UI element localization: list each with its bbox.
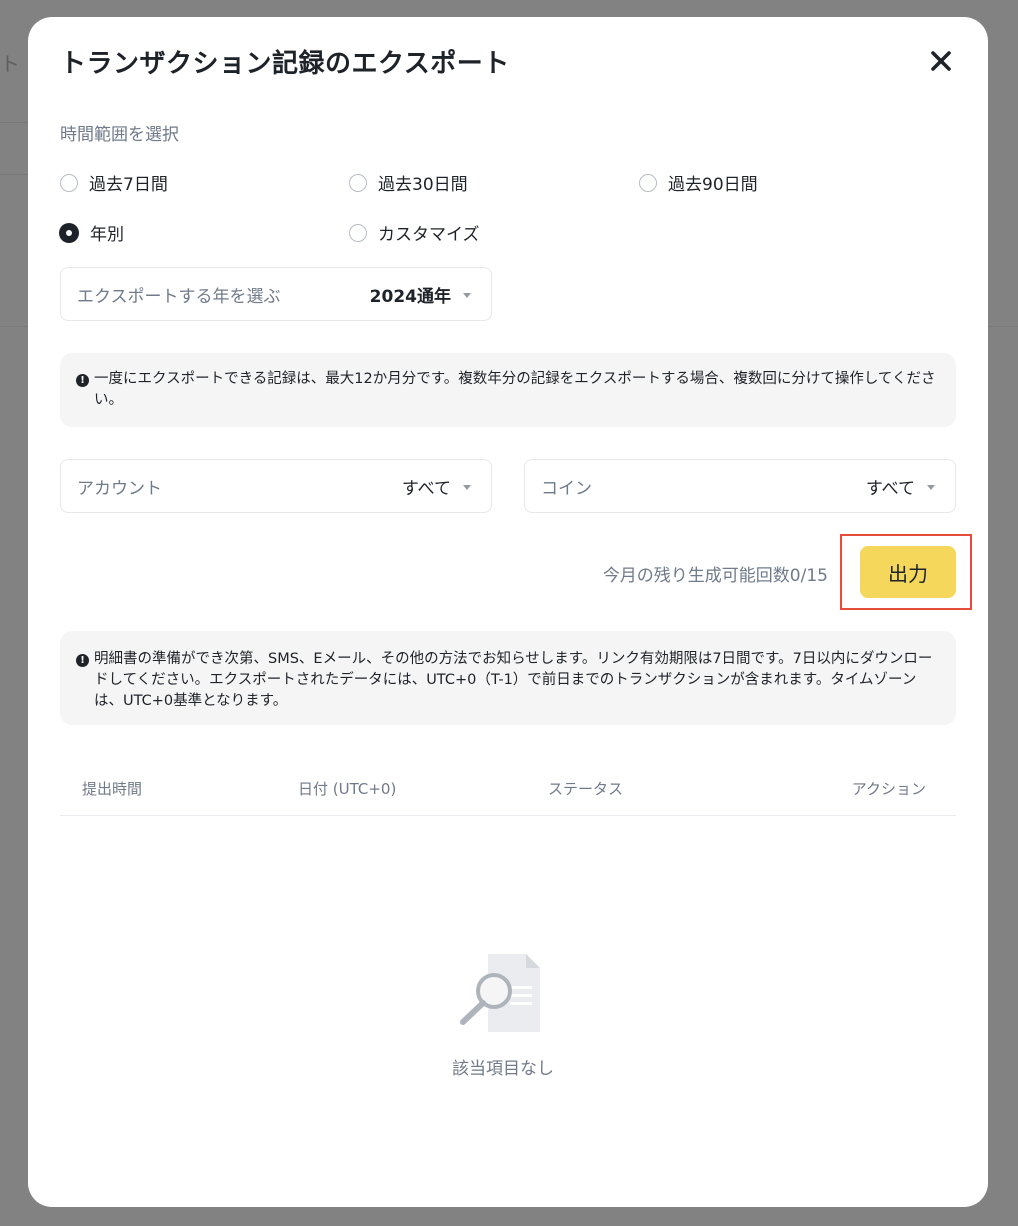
radio-unchecked-icon <box>60 173 78 192</box>
radio-label: カスタマイズ <box>378 225 480 245</box>
empty-search-document-icon <box>458 952 544 1034</box>
radio-label: 過去7日間 <box>89 175 168 195</box>
empty-state-text: 該当項目なし <box>452 1059 554 1079</box>
year-select-label: エクスポートする年を選ぶ <box>77 286 281 307</box>
column-header-submit-time: 提出時間 <box>82 780 143 798</box>
account-select-value-wrap: すべて <box>402 474 471 499</box>
coin-select[interactable]: コイン すべて <box>524 459 956 513</box>
background-text-fragment: ト <box>0 52 20 76</box>
coin-select-label: コイン <box>541 478 592 499</box>
coin-select-value-wrap: すべて <box>866 474 935 499</box>
export-button[interactable]: 出力 <box>860 546 956 598</box>
remaining-count-text: 今月の残り生成可能回数0/15 <box>602 566 828 586</box>
notice-statement-info: ! 明細書の準備ができ次第、SMS、Eメール、その他の方法でお知らせします。リン… <box>60 631 956 725</box>
radio-checked-icon <box>59 222 79 243</box>
radio-by-year[interactable]: 年別 <box>59 220 124 245</box>
year-select-value-wrap: 2024通年 <box>370 282 471 307</box>
radio-unchecked-icon <box>349 173 367 192</box>
radio-unchecked-icon <box>639 173 657 192</box>
column-header-status: ステータス <box>548 780 624 798</box>
caret-down-icon <box>927 484 935 490</box>
radio-past-7-days[interactable]: 過去7日間 <box>60 170 168 195</box>
radio-custom[interactable]: カスタマイズ <box>349 220 480 245</box>
column-header-date: 日付 (UTC+0) <box>298 780 397 798</box>
export-modal: トランザクション記録のエクスポート 時間範囲を選択 過去7日間 過去30日間 過… <box>28 17 988 1207</box>
account-select-label: アカウント <box>77 478 162 499</box>
account-select-value: すべて <box>401 478 451 499</box>
column-header-action: アクション <box>851 780 926 798</box>
info-icon: ! <box>76 654 89 667</box>
close-icon <box>931 51 951 71</box>
time-range-label: 時間範囲を選択 <box>60 125 179 145</box>
radio-past-90-days[interactable]: 過去90日間 <box>639 170 758 195</box>
coin-select-value: すべて <box>865 478 915 499</box>
notice-export-limit: ! 一度にエクスポートできる記録は、最大12か月分です。複数年分の記録をエクスポ… <box>60 353 956 427</box>
radio-past-30-days[interactable]: 過去30日間 <box>349 170 468 195</box>
close-button[interactable] <box>928 48 954 74</box>
radio-label: 年別 <box>90 225 124 245</box>
radio-label: 過去30日間 <box>378 175 468 195</box>
notice-text: 一度にエクスポートできる記録は、最大12か月分です。複数年分の記録をエクスポート… <box>94 371 936 408</box>
notice-text: 明細書の準備ができ次第、SMS、Eメール、その他の方法でお知らせします。リンク有… <box>94 651 933 709</box>
table-header: 提出時間 日付 (UTC+0) ステータス アクション <box>60 767 956 816</box>
year-select-value: 2024通年 <box>369 286 451 307</box>
caret-down-icon <box>463 484 471 490</box>
radio-unchecked-icon <box>349 223 367 242</box>
year-select[interactable]: エクスポートする年を選ぶ 2024通年 <box>60 267 492 321</box>
caret-down-icon <box>463 292 471 298</box>
modal-title: トランザクション記録のエクスポート <box>60 49 510 79</box>
info-icon: ! <box>76 374 89 387</box>
account-select[interactable]: アカウント すべて <box>60 459 492 513</box>
radio-label: 過去90日間 <box>668 175 758 195</box>
